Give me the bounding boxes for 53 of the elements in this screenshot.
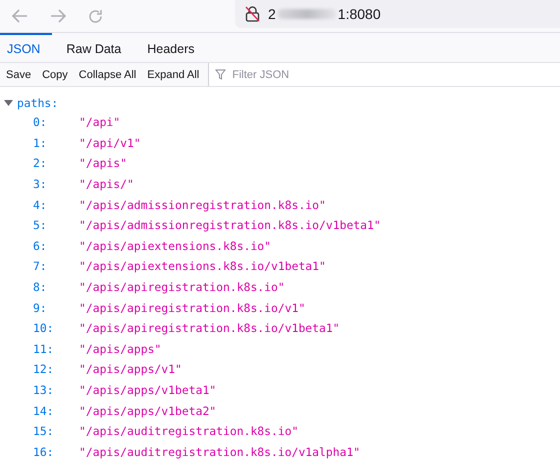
json-key: paths: [17,96,58,110]
array-index: 10: [33,321,55,336]
reload-icon[interactable] [88,8,103,24]
string-value: "/apis/" [79,177,135,192]
string-value: "/apis/apps/v1beta1" [79,383,218,398]
filter-icon [215,69,226,80]
toolbar-button[interactable]: Collapse All [74,64,140,84]
filter-field[interactable]: Filter JSON [208,63,560,86]
string-value: "/apis/apps/v1" [79,362,183,376]
string-value: "/apis/admissionregistration.k8s.io/v1beta1" [79,218,382,232]
array-index: 6: [33,238,48,253]
array-index: 2: [33,156,48,170]
string-value: "/apis/apiextensions.k8s.io" [79,238,272,253]
array-index: 14: [33,404,55,418]
string-value: "/apis/apps" [79,342,162,356]
url-text: 2 [268,6,276,22]
array-index: 13: [33,383,55,398]
toolbar-button[interactable]: Copy [38,64,72,84]
array-index: 5: [33,218,48,232]
string-value: "/apis/apps/v1beta2" [79,404,218,418]
array-index: 7: [33,259,48,274]
string-value: "/api" [79,115,122,130]
expand-triangle-icon[interactable] [4,98,13,107]
array-index: 9: [33,300,48,315]
forward-icon[interactable] [50,9,66,23]
string-value: "/apis" [79,156,128,170]
filter-field[interactable]: Filter JSON [230,68,560,82]
toolbar-button[interactable]: Expand All [143,64,204,84]
string-value: "/apis/apiextensions.k8s.io/v1beta1" [79,259,327,274]
array-index: 4: [33,198,48,212]
string-value: "/api/v1" [79,136,142,150]
view-tab[interactable]: Headers [140,33,206,62]
array-index: 15: [33,424,55,438]
string-value: "/apis/auditregistration.k8s.io" [79,424,300,438]
array-index: 3: [33,177,48,192]
string-value: "/apis/auditregistration.k8s.io/v1alpha1" [79,444,362,459]
string-value: "/apis/apiregistration.k8s.io" [79,280,286,294]
array-index: 16: [33,444,55,459]
address-bar[interactable]: 2 1:8080 [235,0,560,28]
array-index: 0: [33,115,48,130]
string-value: "/apis/apiregistration.k8s.io/v1beta1" [79,321,341,336]
redaction-mark [278,9,336,19]
view-tab[interactable]: Raw Data [59,33,134,62]
string-value: "/apis/admissionregistration.k8s.io" [79,198,327,212]
array-index: 1: [33,136,48,150]
toolbar-button[interactable]: Save [2,64,36,84]
array-index: 8: [33,280,48,294]
array-index: 11: [33,342,55,356]
back-icon[interactable] [12,9,28,23]
string-value: "/apis/apiregistration.k8s.io/v1" [79,300,306,315]
insecure-lock-icon[interactable] [245,6,260,22]
url-text: 1:8080 [338,6,381,22]
array-index: 12: [33,362,55,376]
